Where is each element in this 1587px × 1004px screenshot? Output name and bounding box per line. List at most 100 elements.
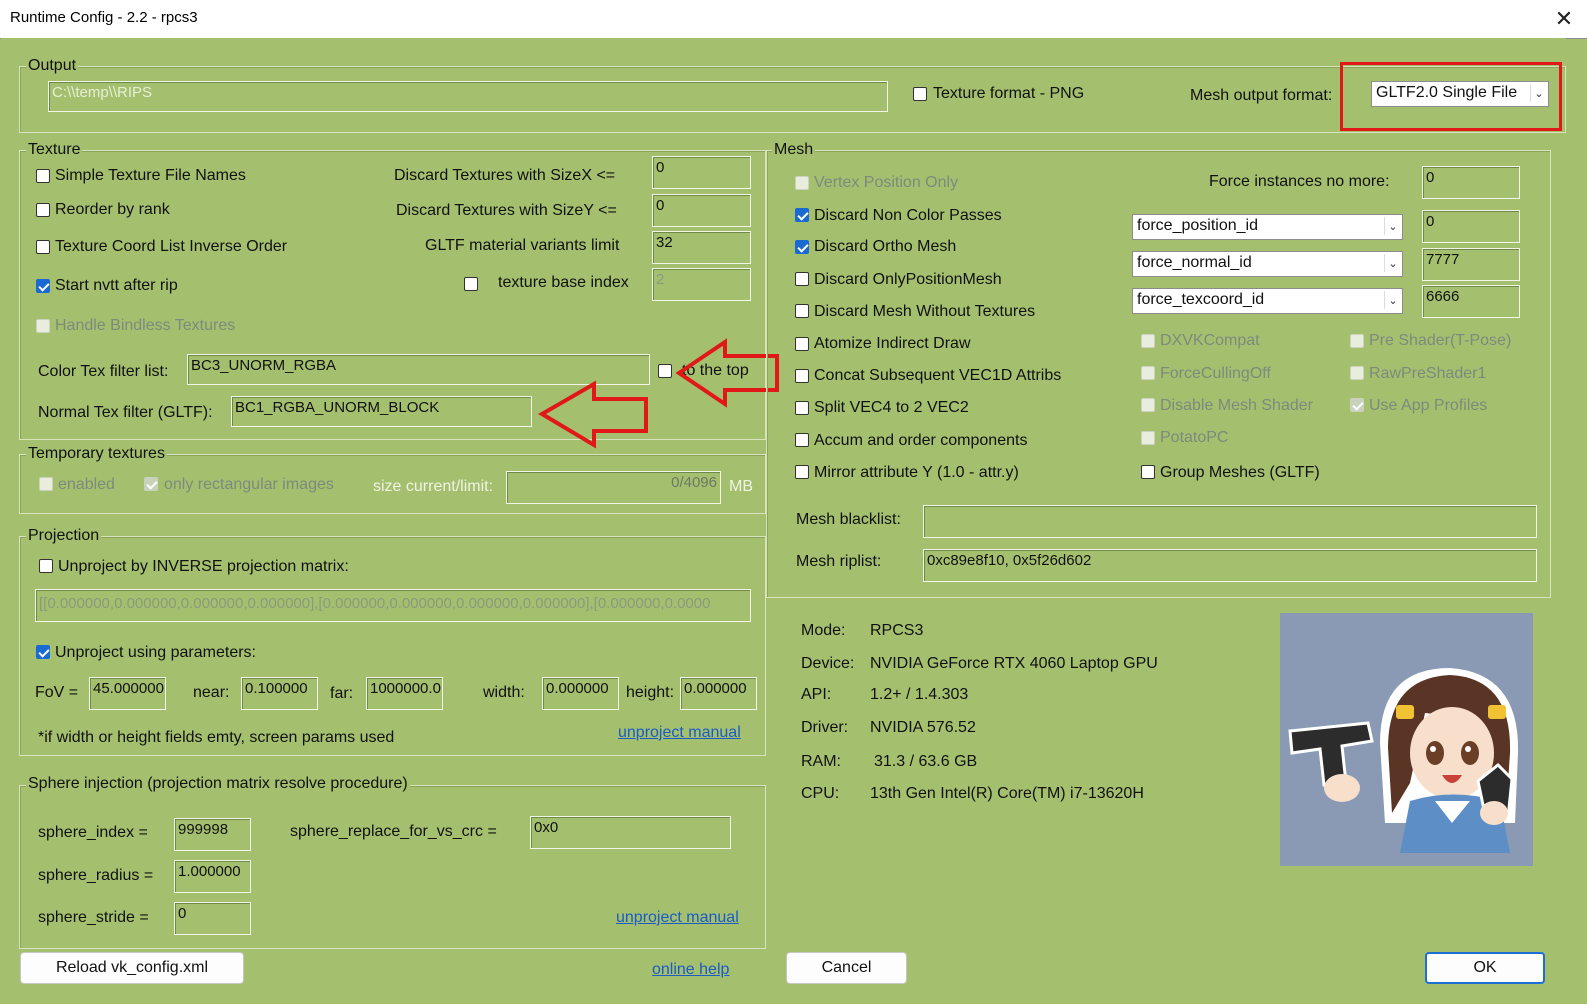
group-meshes-checkbox[interactable]	[1141, 465, 1155, 479]
mesh-blacklist-label: Mesh blacklist:	[796, 511, 901, 528]
sphere-replace-field[interactable]: 0x0	[530, 816, 731, 849]
projection-note: *if width or height fields emty, screen …	[38, 729, 395, 746]
base-index-field[interactable]: 2	[652, 268, 751, 301]
atomize-label: Atomize Indirect Draw	[814, 335, 971, 352]
bindless-checkbox[interactable]	[36, 319, 50, 333]
group-meshes-label: Group Meshes (GLTF)	[1160, 464, 1320, 481]
to-top-checkbox[interactable]	[658, 364, 672, 378]
discard-onlypos-checkbox[interactable]	[795, 272, 809, 286]
driver-value: NVIDIA 576.52	[870, 719, 976, 736]
unproject-manual-link[interactable]: unproject manual	[618, 724, 741, 742]
force-instances-field[interactable]: 0	[1422, 166, 1520, 199]
force-instances-label: Force instances no more:	[1209, 173, 1390, 190]
sphere-stride-label: sphere_stride =	[38, 909, 149, 926]
params-checkbox[interactable]	[36, 645, 50, 659]
rect-only-checkbox[interactable]	[144, 477, 158, 491]
dxvk-checkbox[interactable]	[1141, 334, 1155, 348]
potato-label: PotatoPC	[1160, 429, 1229, 446]
accum-checkbox[interactable]	[795, 433, 809, 447]
raw-pre-checkbox[interactable]	[1350, 366, 1364, 380]
sphere-index-field[interactable]: 999998	[174, 818, 251, 851]
ram-value: 31.3 / 63.6 GB	[874, 753, 978, 770]
discard-notex-checkbox[interactable]	[795, 304, 809, 318]
culling-checkbox[interactable]	[1141, 366, 1155, 380]
mirror-checkbox[interactable]	[795, 465, 809, 479]
api-value: 1.2+ / 1.4.303	[870, 686, 969, 703]
texture-png-checkbox[interactable]	[913, 87, 927, 101]
discard-y-field[interactable]: 0	[652, 194, 751, 227]
sphere-stride-field[interactable]: 0	[174, 902, 251, 935]
app-profiles-checkbox[interactable]	[1350, 398, 1364, 412]
sphere-replace-label: sphere_replace_for_vs_crc =	[290, 823, 497, 840]
online-help-link[interactable]: online help	[652, 961, 729, 979]
force-texcoord-select[interactable]: force_texcoord_id ⌄	[1132, 288, 1403, 314]
height-field[interactable]: 0.000000	[680, 677, 757, 710]
mascot-illustration-icon	[1288, 668, 1519, 853]
discard-ortho-checkbox[interactable]	[795, 240, 809, 254]
force-position-value: force_position_id	[1137, 217, 1258, 234]
potato-checkbox[interactable]	[1141, 431, 1155, 445]
width-field[interactable]: 0.000000	[542, 677, 619, 710]
far-label: far:	[330, 685, 354, 702]
params-label: Unproject using parameters:	[55, 644, 256, 661]
base-index-checkbox[interactable]	[464, 277, 478, 291]
normal-filter-field[interactable]: BC1_RGBA_UNORM_BLOCK	[231, 396, 532, 427]
pre-shader-checkbox[interactable]	[1350, 334, 1364, 348]
mesh-blacklist-field[interactable]	[923, 505, 1537, 538]
vertex-only-checkbox[interactable]	[795, 176, 809, 190]
variants-field[interactable]: 32	[652, 231, 751, 264]
close-icon[interactable]: ✕	[1541, 0, 1587, 38]
reload-config-button[interactable]: Reload vk_config.xml	[20, 952, 244, 984]
pre-shader-label: Pre Shader(T-Pose)	[1369, 332, 1512, 349]
disable-shader-checkbox[interactable]	[1141, 398, 1155, 412]
atomize-checkbox[interactable]	[795, 337, 809, 351]
sphere-radius-label: sphere_radius =	[38, 867, 154, 884]
size-field[interactable]: 0/4096	[506, 471, 721, 504]
height-label: height:	[626, 684, 675, 701]
split-vec4-checkbox[interactable]	[795, 401, 809, 415]
cancel-button[interactable]: Cancel	[786, 952, 907, 984]
matrix-field[interactable]: [[0.000000,0.000000,0.000000,0.000000],[…	[35, 589, 751, 622]
coord-inverse-checkbox[interactable]	[36, 240, 50, 254]
raw-pre-label: RawPreShader1	[1369, 365, 1487, 382]
sphere-manual-link[interactable]: unproject manual	[616, 909, 739, 927]
near-field[interactable]: 0.100000	[241, 677, 318, 710]
base-index-label: texture base index	[498, 274, 629, 291]
discard-onlypos-label: Discard OnlyPositionMesh	[814, 271, 1002, 288]
sphere-radius-field[interactable]: 1.000000	[174, 860, 251, 893]
discard-noncolor-label: Discard Non Color Passes	[814, 207, 1002, 224]
force-position-select[interactable]: force_position_id ⌄	[1132, 214, 1403, 240]
start-nvtt-checkbox[interactable]	[36, 279, 50, 293]
fov-field[interactable]: 45.000000	[89, 677, 166, 710]
chevron-down-icon: ⌄	[1384, 291, 1401, 309]
temporary-legend: Temporary textures	[26, 445, 167, 463]
force-position-field[interactable]: 0	[1422, 210, 1520, 243]
annotation-arrow-icon	[538, 380, 648, 449]
vertex-only-label: Vertex Position Only	[814, 174, 959, 191]
simple-names-checkbox[interactable]	[36, 169, 50, 183]
mascot-image	[1280, 613, 1533, 866]
rect-only-label: only rectangular images	[164, 476, 334, 493]
discard-noncolor-checkbox[interactable]	[795, 208, 809, 222]
output-path-field[interactable]: C:\\temp\\RIPS	[48, 81, 888, 112]
near-label: near:	[193, 684, 230, 701]
force-normal-select[interactable]: force_normal_id ⌄	[1132, 251, 1403, 277]
inverse-matrix-checkbox[interactable]	[39, 559, 53, 573]
force-normal-value: force_normal_id	[1137, 254, 1252, 271]
reorder-label: Reorder by rank	[55, 201, 170, 218]
discard-x-field[interactable]: 0	[652, 156, 751, 189]
device-value: NVIDIA GeForce RTX 4060 Laptop GPU	[870, 655, 1158, 672]
fov-label: FoV =	[35, 684, 79, 701]
discard-y-label: Discard Textures with SizeY <=	[396, 202, 617, 219]
force-normal-field[interactable]: 7777	[1422, 248, 1520, 281]
far-field[interactable]: 1000000.0	[366, 677, 443, 710]
ok-button[interactable]: OK	[1425, 952, 1545, 984]
mesh-riplist-field[interactable]: 0xc89e8f10, 0x5f26d602	[923, 549, 1537, 582]
temp-enabled-checkbox[interactable]	[39, 477, 53, 491]
concat-checkbox[interactable]	[795, 369, 809, 383]
mesh-format-label: Mesh output format:	[1190, 87, 1333, 104]
reorder-checkbox[interactable]	[36, 203, 50, 217]
simple-names-label: Simple Texture File Names	[55, 167, 246, 184]
force-texcoord-field[interactable]: 6666	[1422, 285, 1520, 318]
mode-label: Mode:	[801, 622, 846, 639]
